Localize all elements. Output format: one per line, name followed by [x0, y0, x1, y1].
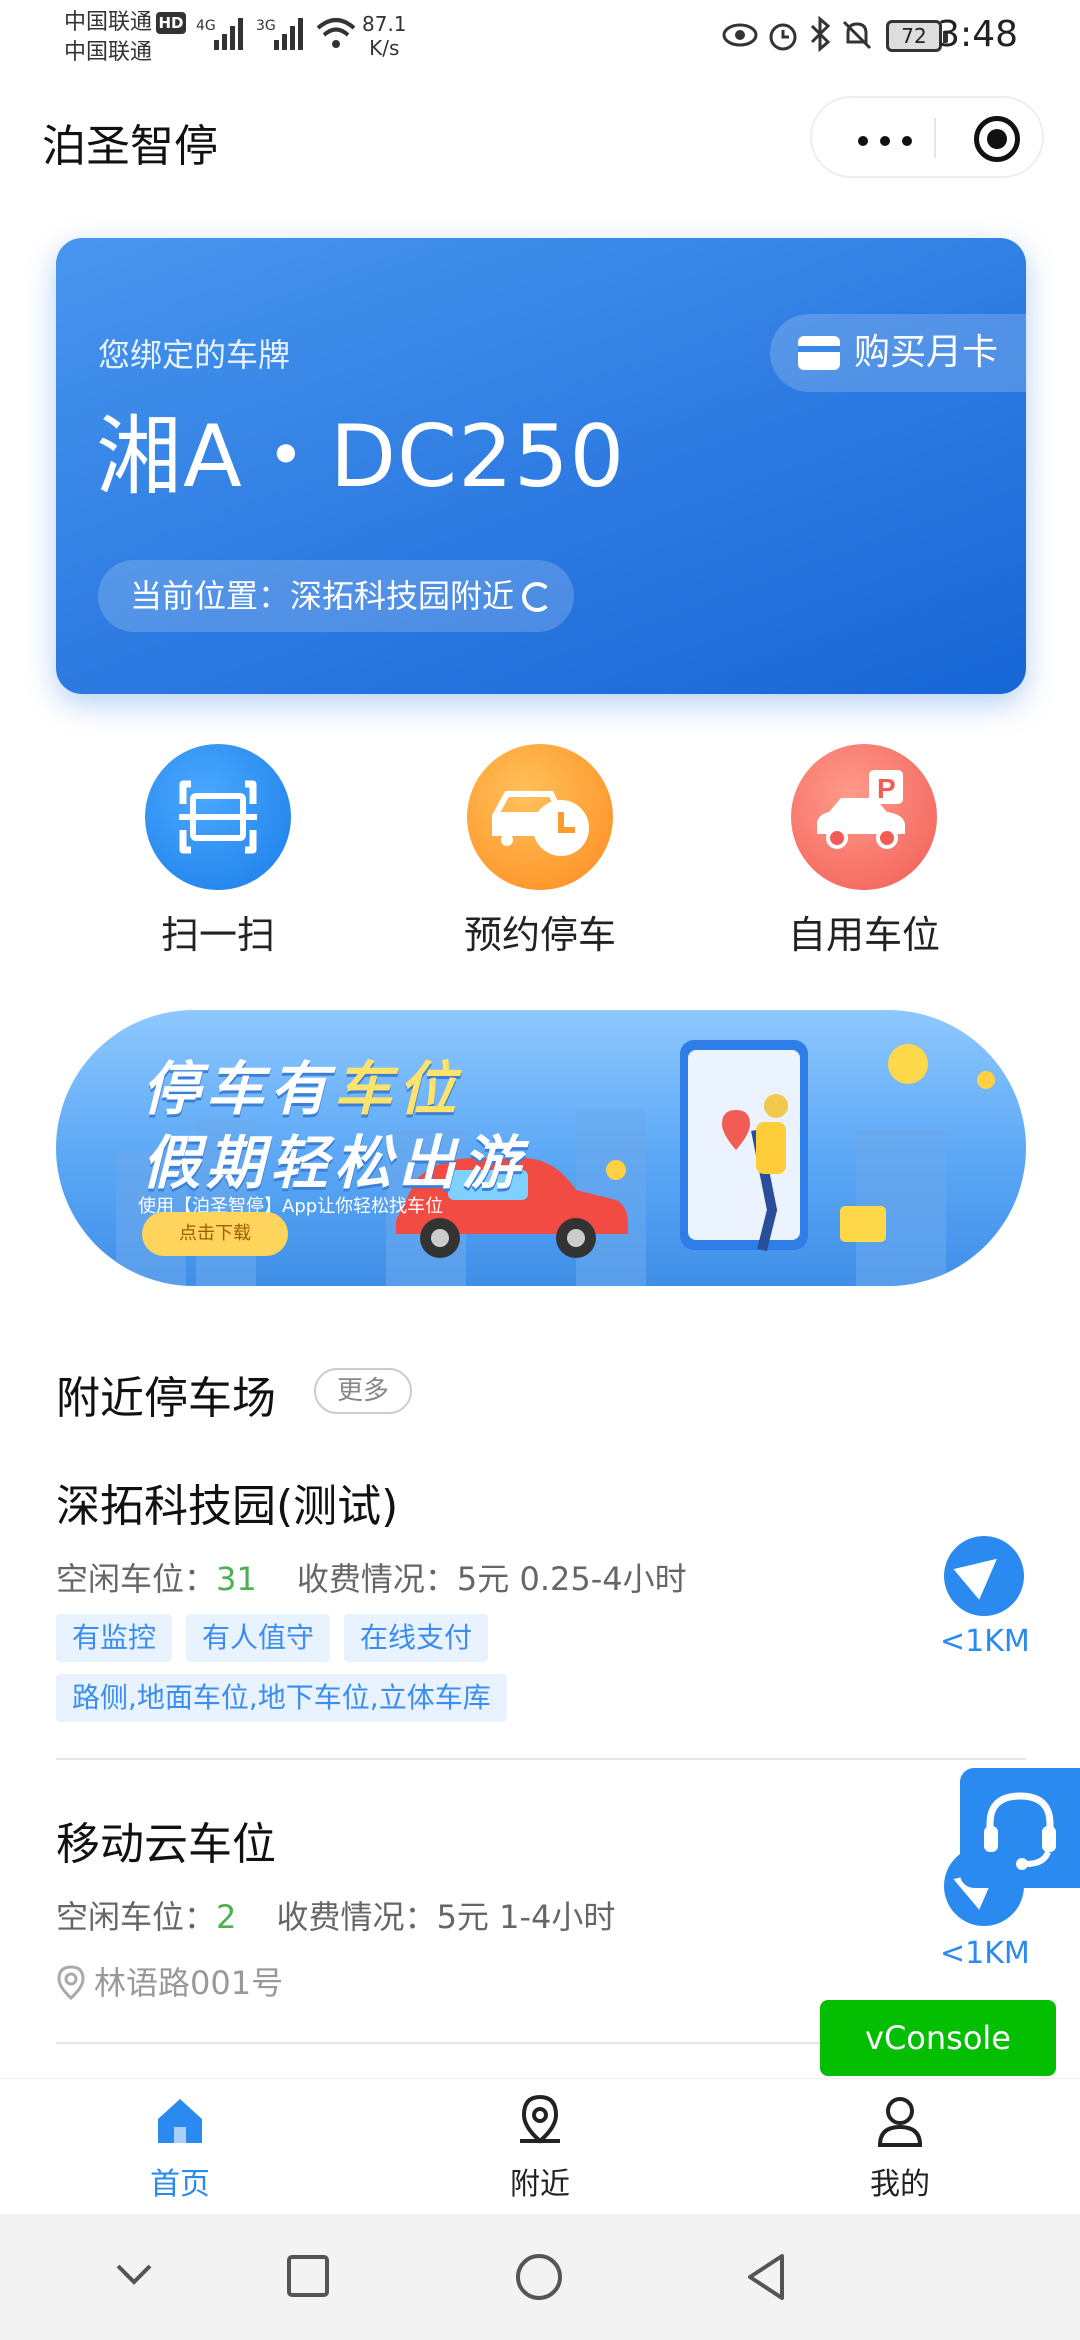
- buy-monthly-card-label: 购买月卡: [854, 332, 999, 373]
- banner-headline-2: 假期轻松出游: [142, 1129, 527, 1197]
- home-circle-icon[interactable]: [514, 2252, 564, 2302]
- free-spaces-count: 2: [216, 1898, 237, 1936]
- signal-icon: [214, 18, 243, 50]
- headset-icon: [984, 1792, 1056, 1870]
- fee-value: 5元 0.25-4小时: [456, 1560, 687, 1598]
- carrier-1: 中国联通: [64, 10, 153, 35]
- net-speed: 87.1 K/s: [362, 12, 407, 60]
- mini-program-capsule: [810, 96, 1044, 178]
- back-icon[interactable]: [744, 2252, 788, 2302]
- tab-home[interactable]: 首页: [80, 2093, 280, 2203]
- free-spaces-count: 31: [216, 1560, 257, 1598]
- clock: 3:48: [937, 14, 1018, 55]
- parking-lot-availability: 空闲车位：2 收费情况：5元 1-4小时: [56, 1892, 615, 1938]
- scan-label: 扫一扫: [160, 913, 275, 957]
- divider: [56, 1758, 1026, 1760]
- car-clock-icon: [467, 744, 613, 890]
- reserve-parking-action[interactable]: 预约停车: [420, 744, 660, 959]
- tab-nearby-label: 附近: [510, 2167, 570, 2202]
- parking-lot-name: 深拓科技园(测试): [56, 1481, 399, 1532]
- user-icon: [877, 2097, 923, 2147]
- fee-label: 收费情况：: [296, 1560, 457, 1598]
- fee-value: 5元 1-4小时: [436, 1898, 616, 1936]
- reserve-parking-label: 预约停车: [463, 913, 616, 957]
- parking-lot-address: 林语路001号: [56, 1958, 283, 2004]
- distance-label: <1KM: [940, 1936, 1030, 1971]
- private-space-action[interactable]: P 自用车位: [744, 744, 984, 959]
- net-type-2: 3G: [256, 18, 276, 34]
- private-space-label: 自用车位: [787, 913, 940, 957]
- tab-home-label: 首页: [150, 2167, 210, 2202]
- parking-lot-item[interactable]: 深拓科技园(测试) 空闲车位：31 收费情况：5元 0.25-4小时 有监控 有人…: [56, 1470, 1026, 1722]
- chevron-down-icon[interactable]: [114, 2260, 154, 2290]
- signal-icon-2: [274, 18, 303, 50]
- section-title: 附近停车场: [56, 1373, 276, 1424]
- parking-car-icon: P: [791, 744, 937, 890]
- more-button[interactable]: 更多: [314, 1368, 412, 1414]
- battery-icon: 72: [886, 20, 948, 52]
- eye-icon: [722, 23, 758, 47]
- navigate-icon[interactable]: [944, 1536, 1024, 1616]
- plate-number: 湘A・DC250: [96, 407, 626, 507]
- home-icon: [158, 2099, 202, 2143]
- location-icon: [520, 2094, 560, 2144]
- capsule-divider: [934, 118, 936, 158]
- parking-lot-availability: 空闲车位：31 收费情况：5元 0.25-4小时: [56, 1554, 687, 1600]
- banner-headline-1: 停车有车位: [142, 1042, 462, 1126]
- net-speed-unit: K/s: [369, 36, 400, 60]
- tab-bar: 首页 附近 我的: [0, 2078, 1080, 2214]
- feature-tags: 有监控 有人值守 在线支付: [56, 1614, 502, 1662]
- system-navigation-bar: [0, 2214, 1080, 2340]
- promo-banner[interactable]: 停车有车位 假期轻松出游 使用【泊圣智停】App让你轻松找车位 点击下载: [56, 1010, 1026, 1286]
- more-icon[interactable]: [858, 136, 912, 146]
- current-location-pill[interactable]: 当前位置：深拓科技园附近: [98, 560, 575, 632]
- buy-monthly-card-button[interactable]: 购买月卡: [770, 314, 1026, 392]
- net-type-1: 4G: [196, 18, 216, 34]
- parking-lot-item[interactable]: 移动云车位 空闲车位：2 收费情况：5元 1-4小时 林语路001号: [56, 1808, 1026, 2008]
- close-target-icon[interactable]: [974, 116, 1020, 162]
- tag-attended: 有人值守: [186, 1614, 331, 1662]
- fee-label: 收费情况：: [276, 1898, 437, 1936]
- card-icon: [798, 336, 840, 370]
- address-text: 林语路001号: [94, 1964, 284, 2002]
- tab-mine-label: 我的: [870, 2167, 930, 2202]
- plate-card: 您绑定的车牌 湘A・DC250 购买月卡 当前位置：深拓科技园附近: [56, 238, 1026, 694]
- hd-badge: HD: [156, 12, 186, 34]
- tab-nearby[interactable]: 附近: [440, 2093, 640, 2203]
- distance-label: <1KM: [940, 1624, 1030, 1659]
- recents-icon[interactable]: [286, 2254, 330, 2298]
- net-speed-value: 87.1: [362, 12, 407, 36]
- scan-action[interactable]: 扫一扫: [98, 744, 338, 959]
- location-pin-icon: [57, 1965, 85, 2001]
- free-spaces-label: 空闲车位：: [56, 1898, 217, 1936]
- tag-monitoring: 有监控: [56, 1614, 173, 1662]
- banner-headline-1a: 停车有: [142, 1055, 335, 1123]
- customer-service-button[interactable]: [960, 1768, 1080, 1888]
- plate-label: 您绑定的车牌: [98, 336, 291, 374]
- current-location-text: 当前位置：深拓科技园附近: [130, 577, 515, 615]
- refresh-icon[interactable]: [522, 582, 553, 612]
- banner-headline-1b: 车位: [334, 1055, 463, 1123]
- svg-text:P: P: [877, 773, 896, 804]
- page-title: 泊圣智停: [42, 121, 218, 172]
- tab-mine[interactable]: 我的: [800, 2093, 1000, 2203]
- banner-download-button[interactable]: 点击下载: [142, 1212, 288, 1256]
- status-bar: 中国联通 中国联通 HD 4G 3G 87.1 K/s 72 3:48: [0, 0, 1080, 80]
- space-type-tags: 路侧,地面车位,地下车位,立体车库: [56, 1674, 521, 1722]
- carrier-2: 中国联通: [64, 40, 153, 65]
- wifi-icon: [316, 18, 356, 48]
- tag-space-types: 路侧,地面车位,地下车位,立体车库: [56, 1674, 507, 1722]
- alarm-icon: [769, 23, 797, 51]
- bluetooth-icon: [810, 16, 831, 52]
- mute-bell-icon: [842, 20, 872, 50]
- vconsole-button[interactable]: vConsole: [820, 2000, 1056, 2076]
- scan-icon: [145, 744, 291, 890]
- parking-lot-name: 移动云车位: [56, 1819, 276, 1870]
- free-spaces-label: 空闲车位：: [56, 1560, 217, 1598]
- tag-online-pay: 在线支付: [344, 1614, 489, 1662]
